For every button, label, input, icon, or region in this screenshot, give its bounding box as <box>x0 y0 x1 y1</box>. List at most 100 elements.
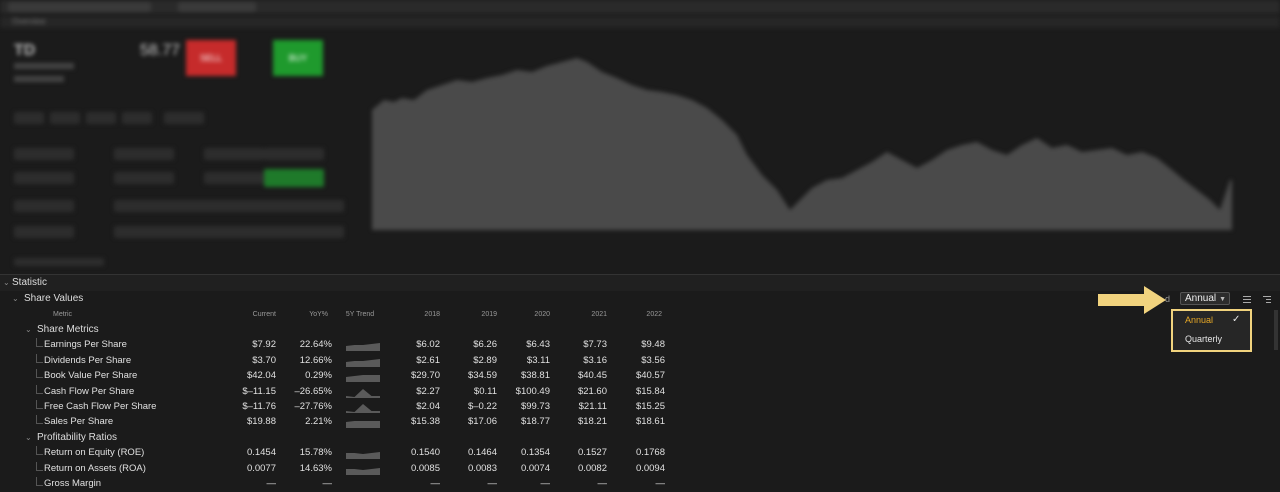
cell-y2019: 0.0083 <box>467 462 497 474</box>
table-row[interactable]: Return on Equity (ROE) 0.1454 15.78% 0.1540… <box>0 446 1280 461</box>
col-2019: 2019 <box>481 311 497 318</box>
cell-y2021: $21.60 <box>577 385 607 397</box>
overview-label: Overview <box>12 17 46 26</box>
cell-current: — <box>266 478 277 489</box>
window-title-bar <box>0 0 1280 14</box>
scrollbar[interactable] <box>1274 310 1278 350</box>
cell-y2022: $9.48 <box>641 339 665 351</box>
table-row[interactable]: Free Cash Flow Per Share $–11.76 –27.76% $2… <box>0 400 1280 415</box>
share-values-label: Share Values <box>24 293 84 304</box>
cell-y2020: — <box>540 478 551 489</box>
cell-y2018: $2.61 <box>416 354 440 366</box>
cell-yoy: –27.76% <box>294 401 332 412</box>
cell-y2022: — <box>655 478 666 489</box>
cell-y2021: 0.0082 <box>577 462 607 474</box>
tree-line <box>36 353 43 363</box>
cell-y2019: $2.89 <box>473 354 497 366</box>
cell-y2022: $40.57 <box>635 370 665 382</box>
cell-y2019: 0.1464 <box>467 447 497 459</box>
group-header[interactable]: ⌄ Share Metrics <box>0 323 1280 338</box>
major-analyst-row <box>14 148 354 162</box>
tree-line <box>36 461 43 471</box>
list-view-icon[interactable] <box>1242 294 1252 304</box>
window-tab[interactable] <box>8 2 151 12</box>
col-metric: Metric <box>53 311 73 318</box>
cell-yoy: — <box>322 478 333 489</box>
cell-y2021: $40.45 <box>577 370 607 382</box>
cell-yoy: 14.63% <box>299 462 332 474</box>
description-label <box>14 258 114 272</box>
window-tab-secondary[interactable] <box>178 2 256 12</box>
period-select[interactable]: Annual ▼ <box>1180 292 1230 305</box>
metric-name: Free Cash Flow Per Share <box>44 401 157 412</box>
cell-y2018: $6.02 <box>416 339 440 351</box>
table-row[interactable]: Return on Assets (ROA) 0.0077 14.63% 0.0085… <box>0 461 1280 477</box>
tree-line <box>36 338 43 348</box>
cell-y2019: — <box>487 478 498 489</box>
cell-current: $7.92 <box>252 339 276 351</box>
overview-bar: Overview <box>0 16 1280 28</box>
trend-sparkline <box>346 375 380 383</box>
chevron-down-icon[interactable]: ⌄ <box>25 325 32 334</box>
company-name <box>14 63 74 69</box>
buy-button[interactable]: BUY <box>273 40 323 76</box>
tree-line <box>36 446 43 456</box>
cell-y2022: $18.61 <box>635 416 665 428</box>
chevron-down-icon[interactable]: ⌄ <box>12 294 19 303</box>
group-header[interactable]: ⌄ Profitability Ratios <box>0 431 1280 446</box>
symbol-label: TD <box>14 42 36 59</box>
table-row[interactable]: Sales Per Share $19.88 2.21% $15.38 $17.06 $1… <box>0 415 1280 430</box>
cell-y2020: 0.0074 <box>520 462 550 474</box>
price-label: 58.77 <box>140 42 181 59</box>
metric-name: Return on Equity (ROE) <box>44 447 145 459</box>
cell-y2020: $18.77 <box>520 416 550 428</box>
col-2021: 2021 <box>591 311 607 318</box>
metric-name: Book Value Per Share <box>44 370 138 382</box>
cell-current: $42.04 <box>246 370 276 382</box>
tree-line <box>36 384 43 394</box>
sell-button[interactable]: SELL <box>186 40 236 76</box>
statistic-header[interactable]: ⌄ Statistic <box>0 274 1280 291</box>
cell-current: $–11.15 <box>242 385 276 397</box>
chevron-down-icon[interactable]: ⌄ <box>25 433 32 442</box>
cell-y2019: $17.06 <box>467 416 497 428</box>
cell-current: $–11.76 <box>242 401 276 412</box>
cell-y2021: $3.16 <box>583 354 607 366</box>
cell-yoy: –26.65% <box>294 385 332 397</box>
price-axis <box>1238 60 1258 210</box>
cell-y2019: $0.11 <box>473 385 497 397</box>
tree-line <box>36 369 43 379</box>
cell-current: $19.88 <box>246 416 276 428</box>
morningstar-quant-row <box>14 226 354 240</box>
price-chart[interactable] <box>372 40 1232 230</box>
cell-y2018: 0.1540 <box>410 447 440 459</box>
cell-y2022: $15.25 <box>635 401 665 412</box>
cell-y2018: 0.0085 <box>410 462 440 474</box>
tree-line <box>36 477 43 486</box>
col-trend: 5Y Trend <box>345 311 375 318</box>
table-row[interactable]: Book Value Per Share $42.04 0.29% $29.70 $34… <box>0 369 1280 384</box>
table-row[interactable]: Earnings Per Share $7.92 22.64% $6.02 $6.26 $… <box>0 338 1280 353</box>
quote-fields-row <box>14 112 214 126</box>
cell-current: 0.0077 <box>246 462 276 474</box>
quote-panel: TD 58.77 SELL BUY <box>0 30 1280 270</box>
col-current: Current <box>252 311 276 318</box>
cell-y2022: $3.56 <box>641 354 665 366</box>
major-quant-row <box>14 169 354 187</box>
table-row[interactable]: Dividends Per Share $3.70 12.66% $2.61 $2.89… <box>0 353 1280 369</box>
cell-y2020: $99.73 <box>520 401 550 412</box>
share-values-header[interactable]: ⌄ Share Values <box>0 291 1280 307</box>
metric-name: Dividends Per Share <box>44 354 132 366</box>
trend-sparkline <box>346 467 380 475</box>
cell-y2019: $6.26 <box>473 339 497 351</box>
table-row[interactable]: Cash Flow Per Share $–11.15 –26.65% $2.27 $0… <box>0 384 1280 400</box>
cell-yoy: 2.21% <box>305 416 332 428</box>
settings-list-icon[interactable] <box>1262 294 1272 304</box>
cell-y2021: — <box>597 478 608 489</box>
cell-y2020: $100.49 <box>515 385 550 397</box>
col-2022: 2022 <box>646 311 662 318</box>
cell-y2021: $7.73 <box>583 339 607 351</box>
group-label: Share Metrics <box>37 324 99 335</box>
chevron-down-icon[interactable]: ⌄ <box>3 278 10 287</box>
cell-current: $3.70 <box>252 354 276 366</box>
